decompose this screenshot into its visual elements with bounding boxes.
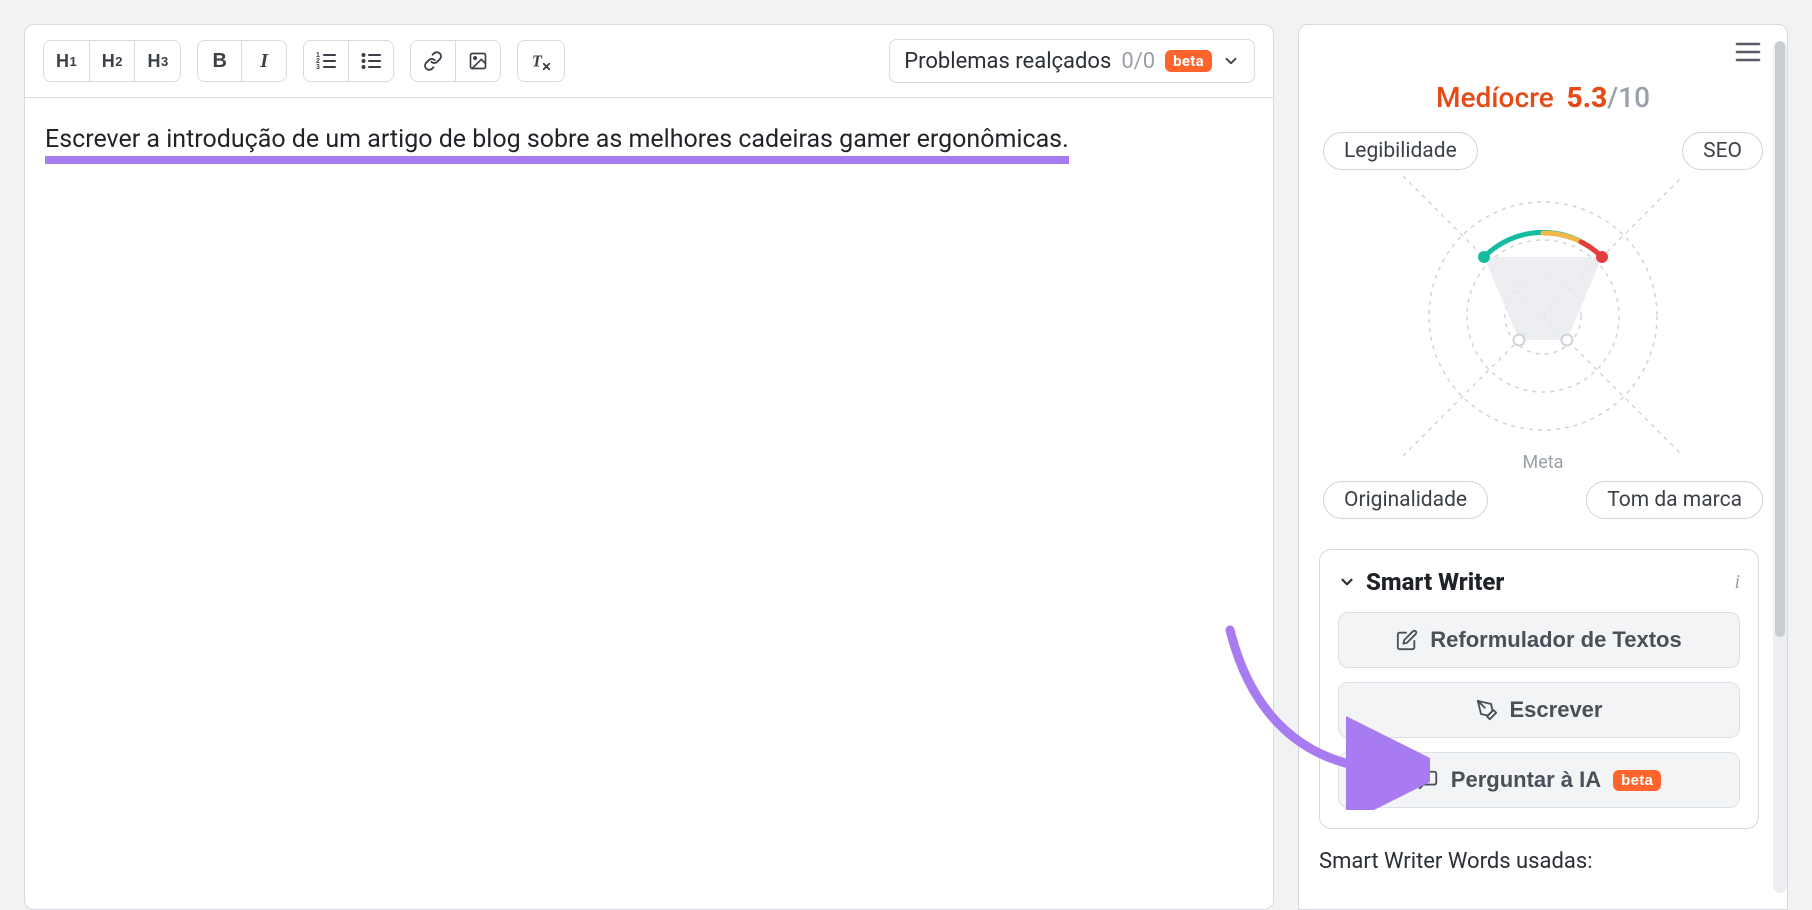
clear-format-icon: T bbox=[530, 51, 552, 71]
pill-originality[interactable]: Originalidade bbox=[1323, 481, 1488, 519]
ask-ai-label: Perguntar à IA bbox=[1451, 767, 1601, 793]
edit-icon bbox=[1396, 629, 1418, 651]
score-row: Medíocre 5.3/10 bbox=[1299, 63, 1787, 122]
ordered-list-button[interactable]: 123 bbox=[304, 41, 349, 81]
rephraser-label: Reformulador de Textos bbox=[1430, 627, 1681, 653]
smart-writer-card: Smart Writer i Reformulador de Textos Es… bbox=[1319, 549, 1759, 829]
heading-group: H1 H2 H3 bbox=[43, 40, 181, 82]
pill-seo[interactable]: SEO bbox=[1682, 132, 1763, 170]
insert-group bbox=[410, 40, 501, 82]
clear-format-button[interactable]: T bbox=[518, 41, 564, 81]
score-max: /10 bbox=[1607, 81, 1650, 114]
info-icon[interactable]: i bbox=[1734, 571, 1740, 594]
unordered-list-icon bbox=[361, 52, 381, 70]
radar-chart bbox=[1299, 170, 1787, 456]
editor-content-area[interactable]: Escrever a introdução de um artigo de bl… bbox=[25, 98, 1273, 909]
ask-ai-button[interactable]: Perguntar à IA beta bbox=[1338, 752, 1740, 808]
italic-button[interactable]: I bbox=[242, 41, 286, 81]
pill-tone[interactable]: Tom da marca bbox=[1586, 481, 1763, 519]
problems-dropdown[interactable]: Problemas realçados 0/0 beta bbox=[889, 39, 1255, 83]
magic-pen-icon bbox=[1476, 699, 1498, 721]
editor-toolbar: H1 H2 H3 B I 123 bbox=[25, 25, 1273, 98]
link-button[interactable] bbox=[411, 41, 456, 81]
chevron-down-icon bbox=[1222, 52, 1240, 70]
editor-panel: H1 H2 H3 B I 123 bbox=[24, 24, 1274, 910]
svg-text:T: T bbox=[532, 51, 543, 70]
compose-button[interactable]: Escrever bbox=[1338, 682, 1740, 738]
smart-writer-title: Smart Writer bbox=[1366, 568, 1724, 596]
side-panel: Medíocre 5.3/10 Legibilidade SEO bbox=[1298, 24, 1788, 910]
clear-format-group: T bbox=[517, 40, 565, 82]
image-button[interactable] bbox=[456, 41, 500, 81]
image-icon bbox=[468, 51, 488, 71]
panel-menu-button[interactable] bbox=[1735, 41, 1761, 63]
heading-1-button[interactable]: H1 bbox=[44, 41, 90, 81]
editor-text[interactable]: Escrever a introdução de um artigo de bl… bbox=[45, 125, 1069, 164]
radar-meta-label: Meta bbox=[1299, 452, 1787, 473]
scrollbar[interactable] bbox=[1773, 41, 1787, 893]
beta-badge: beta bbox=[1165, 50, 1212, 72]
chat-icon bbox=[1417, 769, 1439, 791]
link-icon bbox=[423, 51, 443, 71]
words-used-label: Smart Writer Words usadas: bbox=[1299, 829, 1787, 874]
pill-row-bottom: Originalidade Tom da marca bbox=[1299, 477, 1787, 527]
heading-2-button[interactable]: H2 bbox=[90, 41, 136, 81]
bold-button[interactable]: B bbox=[198, 41, 242, 81]
hamburger-icon bbox=[1735, 41, 1761, 63]
heading-3-button[interactable]: H3 bbox=[135, 41, 180, 81]
ordered-list-icon: 123 bbox=[316, 52, 336, 70]
pill-row-top: Legibilidade SEO bbox=[1299, 122, 1787, 170]
problems-label: Problemas realçados bbox=[904, 49, 1111, 74]
problems-count: 0/0 bbox=[1121, 49, 1155, 74]
ask-ai-beta-badge: beta bbox=[1613, 770, 1661, 791]
rephraser-button[interactable]: Reformulador de Textos bbox=[1338, 612, 1740, 668]
list-group: 123 bbox=[303, 40, 394, 82]
chevron-down-icon[interactable] bbox=[1338, 573, 1356, 591]
svg-text:3: 3 bbox=[316, 64, 320, 70]
compose-label: Escrever bbox=[1510, 697, 1603, 723]
format-group: B I bbox=[197, 40, 287, 82]
unordered-list-button[interactable] bbox=[349, 41, 393, 81]
score-label: Medíocre bbox=[1436, 81, 1554, 114]
score-value: 5.3 bbox=[1567, 81, 1608, 114]
pill-readability[interactable]: Legibilidade bbox=[1323, 132, 1478, 170]
